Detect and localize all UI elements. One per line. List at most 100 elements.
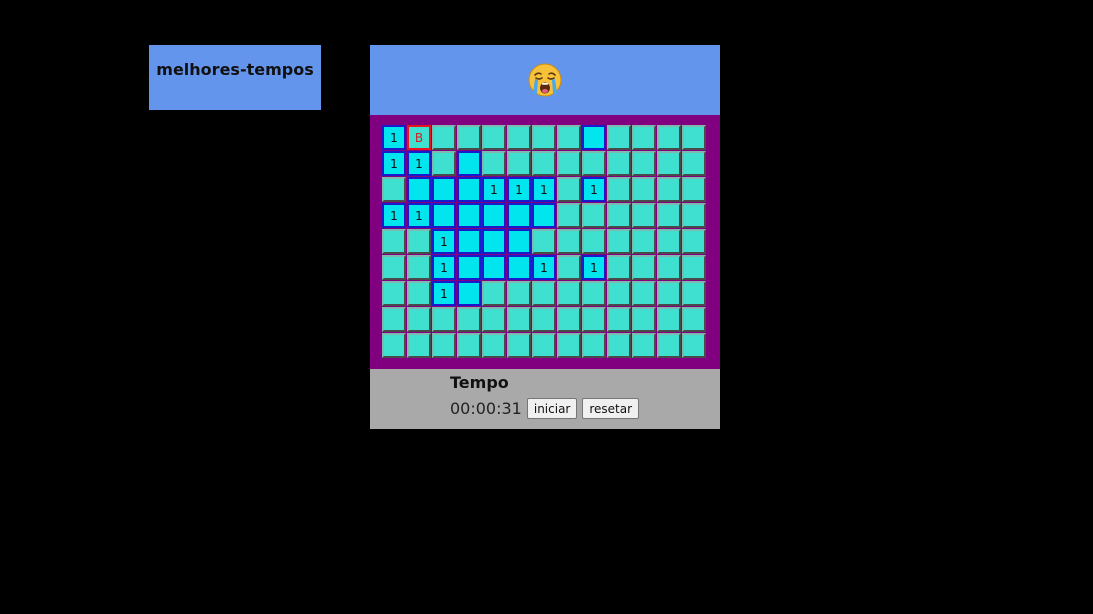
board-cell[interactable]: 1: [432, 229, 456, 254]
board-cell[interactable]: [607, 125, 631, 150]
board-cell[interactable]: [532, 281, 556, 306]
board-cell[interactable]: [457, 125, 481, 150]
board-cell[interactable]: [557, 151, 581, 176]
board-cell[interactable]: [507, 151, 531, 176]
board-cell[interactable]: [682, 255, 706, 280]
board-cell[interactable]: [557, 125, 581, 150]
board-cell[interactable]: [657, 307, 681, 332]
board-cell[interactable]: [582, 229, 606, 254]
board-cell[interactable]: [582, 307, 606, 332]
board-cell[interactable]: 1: [532, 255, 556, 280]
board-cell[interactable]: [532, 203, 556, 228]
board-cell[interactable]: [507, 333, 531, 358]
board-cell[interactable]: [557, 307, 581, 332]
board-cell[interactable]: [632, 125, 656, 150]
board-cell[interactable]: [657, 151, 681, 176]
board-cell[interactable]: [482, 125, 506, 150]
board-cell[interactable]: [382, 281, 406, 306]
board-cell[interactable]: [682, 203, 706, 228]
board-cell[interactable]: [632, 281, 656, 306]
board-cell[interactable]: [482, 255, 506, 280]
board-cell[interactable]: [632, 255, 656, 280]
crying-face-icon[interactable]: [528, 63, 562, 97]
board-cell[interactable]: 1: [432, 255, 456, 280]
board-cell[interactable]: [507, 229, 531, 254]
board-cell[interactable]: [607, 255, 631, 280]
board-cell[interactable]: [382, 307, 406, 332]
board-cell[interactable]: [682, 151, 706, 176]
board-cell[interactable]: [607, 307, 631, 332]
board-cell[interactable]: [532, 307, 556, 332]
board-cell[interactable]: [632, 203, 656, 228]
board-cell[interactable]: [482, 229, 506, 254]
board-cell[interactable]: [432, 307, 456, 332]
board-cell[interactable]: [457, 333, 481, 358]
board-cell[interactable]: [682, 307, 706, 332]
board-cell[interactable]: 1: [582, 177, 606, 202]
board-cell[interactable]: [482, 281, 506, 306]
board-cell[interactable]: [682, 229, 706, 254]
board-cell[interactable]: [582, 151, 606, 176]
board-cell[interactable]: [632, 229, 656, 254]
board-cell[interactable]: [657, 203, 681, 228]
board-cell[interactable]: [507, 125, 531, 150]
board-cell[interactable]: [382, 333, 406, 358]
board-cell[interactable]: [632, 307, 656, 332]
board-cell[interactable]: [407, 255, 431, 280]
board-cell[interactable]: [557, 333, 581, 358]
board-cell[interactable]: [682, 333, 706, 358]
board-cell[interactable]: [632, 151, 656, 176]
board-cell[interactable]: [557, 281, 581, 306]
reset-button[interactable]: resetar: [582, 398, 640, 419]
board-cell[interactable]: [407, 333, 431, 358]
board-cell[interactable]: [382, 229, 406, 254]
board-cell[interactable]: 1: [482, 177, 506, 202]
board-cell[interactable]: [457, 281, 481, 306]
board-cell[interactable]: [582, 333, 606, 358]
board-cell[interactable]: [582, 281, 606, 306]
board-cell[interactable]: [532, 229, 556, 254]
board-cell[interactable]: [482, 151, 506, 176]
board-cell[interactable]: [657, 229, 681, 254]
board-cell[interactable]: [407, 177, 431, 202]
board-cell[interactable]: [457, 307, 481, 332]
board-cell[interactable]: 1: [382, 203, 406, 228]
board-cell[interactable]: [482, 307, 506, 332]
board-cell[interactable]: [407, 229, 431, 254]
board-cell[interactable]: [607, 333, 631, 358]
board-cell[interactable]: [682, 281, 706, 306]
board-cell[interactable]: [507, 255, 531, 280]
board-cell[interactable]: B: [407, 125, 431, 150]
board-cell[interactable]: [607, 229, 631, 254]
board-cell[interactable]: [657, 177, 681, 202]
board-cell[interactable]: [457, 151, 481, 176]
board-cell[interactable]: [557, 229, 581, 254]
board-cell[interactable]: [607, 177, 631, 202]
board-cell[interactable]: [457, 203, 481, 228]
board-cell[interactable]: [407, 307, 431, 332]
board-cell[interactable]: [507, 281, 531, 306]
board-cell[interactable]: 1: [507, 177, 531, 202]
board-cell[interactable]: [632, 333, 656, 358]
board-cell[interactable]: [557, 177, 581, 202]
board-cell[interactable]: [582, 125, 606, 150]
board-cell[interactable]: [432, 177, 456, 202]
board-cell[interactable]: [682, 125, 706, 150]
board-cell[interactable]: [532, 333, 556, 358]
board-cell[interactable]: [507, 203, 531, 228]
board-cell[interactable]: [482, 333, 506, 358]
board-cell[interactable]: [607, 281, 631, 306]
board-cell[interactable]: [482, 203, 506, 228]
board-cell[interactable]: [432, 151, 456, 176]
board-cell[interactable]: [432, 125, 456, 150]
board-cell[interactable]: 1: [532, 177, 556, 202]
board-cell[interactable]: [407, 281, 431, 306]
board-cell[interactable]: [657, 333, 681, 358]
board-cell[interactable]: [457, 229, 481, 254]
board-cell[interactable]: [432, 203, 456, 228]
board-cell[interactable]: [382, 255, 406, 280]
board-cell[interactable]: [557, 255, 581, 280]
board-cell[interactable]: [457, 255, 481, 280]
board-cell[interactable]: [657, 255, 681, 280]
board-cell[interactable]: [507, 307, 531, 332]
